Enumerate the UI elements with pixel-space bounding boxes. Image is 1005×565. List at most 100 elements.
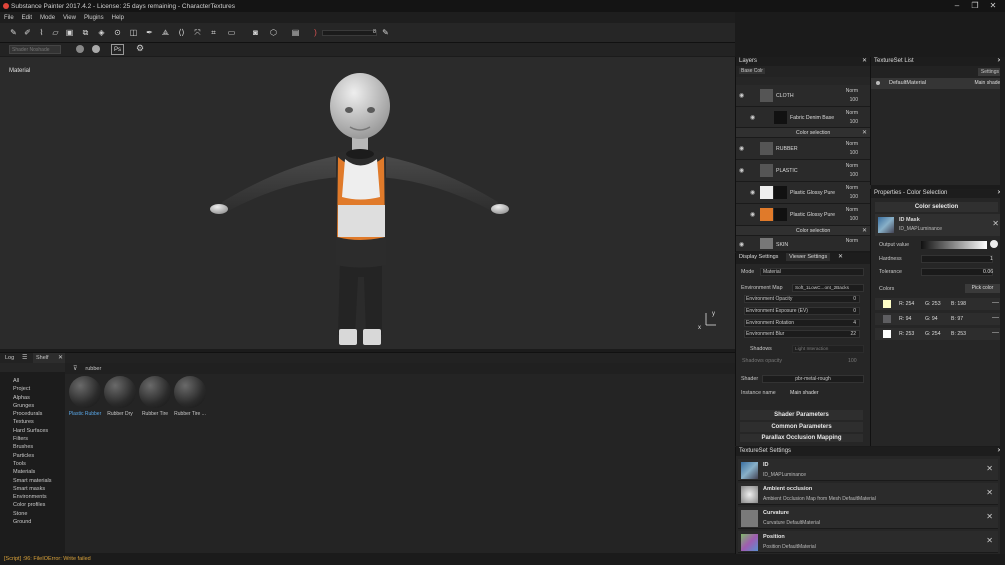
mode-dropdown[interactable]: Material	[760, 268, 864, 276]
mesh-map-row[interactable]: Ambient occlusion Ambient Occlusion Map …	[738, 483, 998, 505]
material-ball-icon[interactable]	[92, 45, 100, 53]
channel-dropdown[interactable]: Base Colr	[739, 68, 765, 74]
layer-row[interactable]: ◉ SKIN Norm	[736, 236, 871, 252]
pick-color-button[interactable]: Pick color	[965, 284, 1000, 293]
shelf-cat-smart-masks[interactable]: Smart masks	[13, 485, 65, 493]
shelf-cat-textures[interactable]: Textures	[13, 418, 65, 426]
shelf-cat-stone[interactable]: Stone	[13, 510, 65, 518]
shadows-dropdown[interactable]: Light Interaction	[792, 345, 864, 353]
shelf-cat-brushes[interactable]: Brushes	[13, 443, 65, 451]
menu-file[interactable]: File	[4, 15, 14, 21]
character-model[interactable]: y x	[0, 57, 735, 349]
eye-icon[interactable]: ◉	[750, 114, 755, 121]
menu-plugins[interactable]: Plugins	[84, 15, 104, 21]
picker-icon[interactable]: ⊙	[112, 27, 123, 38]
mesh-map-row[interactable]: Position Position DefaultMaterial ✕	[738, 531, 998, 553]
env-map-field[interactable]: Soft_1LowC...ont_2Backs	[792, 284, 864, 292]
textureset-row[interactable]: DefaultMaterial Main shader	[871, 78, 1005, 89]
layer-opacity[interactable]: 100	[850, 194, 858, 200]
layer-blend[interactable]: Norm	[846, 141, 858, 147]
shelf-cat-ground[interactable]: Ground	[13, 518, 65, 526]
tab-display-settings[interactable]: Display Settings	[739, 254, 778, 260]
env-rotation-slider[interactable]: Environment Rotation 4	[744, 319, 860, 327]
projection-icon[interactable]: ▣	[64, 27, 75, 38]
env-blur-slider[interactable]: Environment Blur 22	[744, 330, 860, 338]
shader-parameters-header[interactable]: Shader Parameters	[740, 410, 863, 420]
color-row[interactable]: R: 254 G: 253 B: 198 —	[875, 298, 1002, 310]
close-icon[interactable]: ✕	[986, 536, 993, 545]
menu-mode[interactable]: Mode	[40, 15, 55, 21]
tab-viewer-settings[interactable]: Viewer Settings	[786, 253, 831, 261]
mask-effect-row[interactable]: Color selection ✕	[736, 128, 871, 138]
mesh-map-row[interactable]: Curvature Curvature DefaultMaterial ✕	[738, 507, 998, 529]
shelf-cat-color-profiles[interactable]: Color profiles	[13, 501, 65, 509]
close-icon[interactable]: ✕	[992, 219, 999, 228]
shelf-cat-all[interactable]: All	[13, 377, 65, 385]
menu-edit[interactable]: Edit	[22, 15, 32, 21]
shelf-cat-materials[interactable]: Materials	[13, 468, 65, 476]
brush-icon[interactable]: ✐	[22, 27, 33, 38]
layer-blend[interactable]: Norm	[846, 88, 858, 94]
layer-row[interactable]: ◉ Fabric Denim Base Norm 100	[736, 107, 871, 128]
shader-dropdown[interactable]: Shader Noshade	[9, 45, 61, 54]
layer-opacity[interactable]: 100	[850, 150, 858, 156]
eye-icon[interactable]: ◉	[739, 241, 744, 248]
shelf-cat-alphas[interactable]: Alphas	[13, 394, 65, 402]
output-value-icon[interactable]	[990, 240, 998, 248]
close-button[interactable]: ✕	[985, 0, 1001, 12]
layer-opacity[interactable]: 100	[850, 216, 858, 222]
shelf-cat-project[interactable]: Project	[13, 385, 65, 393]
minimize-button[interactable]: –	[949, 0, 965, 12]
shelf-cat-environments[interactable]: Environments	[13, 493, 65, 501]
layer-opacity[interactable]: 100	[850, 119, 858, 125]
zoom-slider[interactable]	[322, 30, 377, 36]
shelf-cat-hard-surfaces[interactable]: Hard Surfaces	[13, 427, 65, 435]
common-parameters-header[interactable]: Common Parameters	[740, 422, 863, 432]
remove-color-button[interactable]: —	[992, 329, 999, 336]
layer-row[interactable]: ◉ CLOTH Norm 100	[736, 85, 871, 107]
material-rubber-dry[interactable]: Rubber Dry	[103, 376, 137, 417]
pencil-icon[interactable]: ✎	[380, 27, 391, 38]
material-rubber-tire[interactable]: Rubber Tire	[138, 376, 172, 417]
close-icon[interactable]: ✕	[986, 464, 993, 473]
mesh-map-row[interactable]: ID ID_MAPLuminance ✕	[738, 459, 998, 481]
paint-icon[interactable]: ✎	[8, 27, 19, 38]
symmetry-icon[interactable]: ⟁	[160, 27, 171, 38]
layer-row[interactable]: ◉ RUBBER Norm 100	[736, 138, 871, 160]
filter-tag[interactable]: rubber	[85, 366, 101, 372]
tab-log[interactable]: Log	[5, 355, 14, 361]
maximize-button[interactable]: ❐	[967, 0, 983, 12]
id-mask-row[interactable]: ID Mask ID_MAPLuminance ✕	[875, 214, 1002, 236]
textureset-shader[interactable]: Main shader	[974, 80, 1002, 86]
menu-view[interactable]: View	[63, 15, 76, 21]
pen-icon[interactable]: ✒	[144, 27, 155, 38]
eye-icon[interactable]: ◉	[739, 145, 744, 152]
close-icon[interactable]: ✕	[862, 57, 867, 66]
shelf-cat-particles[interactable]: Particles	[13, 452, 65, 460]
camera-icon[interactable]: ◙	[250, 27, 261, 38]
eye-icon[interactable]: ◉	[750, 189, 755, 196]
shelf-cat-smart-materials[interactable]: Smart materials	[13, 477, 65, 485]
fill-icon[interactable]: ◈	[96, 27, 107, 38]
shelf-cat-grunges[interactable]: Grunges	[13, 402, 65, 410]
shader-dropdown[interactable]: pbr-metal-rough	[762, 375, 864, 383]
eye-icon[interactable]: ◉	[750, 211, 755, 218]
shelf-list-icon[interactable]: ☰	[22, 354, 27, 361]
layer-row[interactable]: ◉ Plastic Glossy Pure Norm 100	[736, 204, 871, 226]
hardness-slider[interactable]	[921, 255, 993, 263]
filter-icon[interactable]: ⊽	[73, 365, 77, 372]
settings-button[interactable]: Settings	[977, 68, 1002, 76]
eraser-icon[interactable]: ▱	[50, 27, 61, 38]
layer-blend[interactable]: Norm	[846, 207, 858, 213]
clone-icon[interactable]: ⧉	[80, 27, 91, 38]
shelf-cat-filters[interactable]: Filters	[13, 435, 65, 443]
close-icon[interactable]: ✕	[986, 512, 993, 521]
mask-effect-row[interactable]: Color selection ✕	[736, 226, 871, 236]
close-icon[interactable]: ✕	[986, 488, 993, 497]
layer-row[interactable]: ◉ Plastic Glossy Pure Norm 100	[736, 182, 871, 204]
env-opacity-slider[interactable]: Environment Opacity 0	[744, 295, 860, 303]
layer-opacity[interactable]: 100	[850, 97, 858, 103]
color-selection-header[interactable]: Color selection	[875, 202, 998, 212]
material-rubber-tire-2[interactable]: Rubber Tire ...	[173, 376, 207, 417]
smudge-icon[interactable]: ⌇	[36, 27, 47, 38]
